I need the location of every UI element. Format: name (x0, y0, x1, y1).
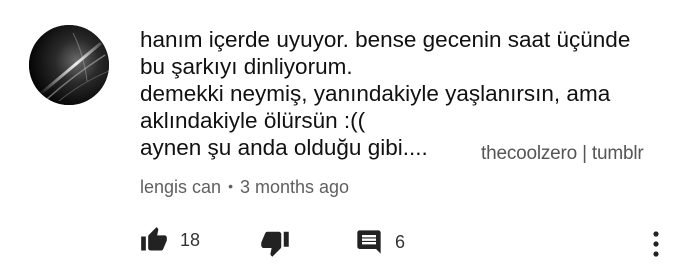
dislike-button[interactable] (260, 228, 290, 258)
meta-separator: • (228, 178, 233, 194)
more-vertical-icon (653, 231, 659, 257)
reply-count: 6 (395, 231, 406, 252)
avatar[interactable] (29, 25, 109, 105)
comment-actions: 18 6 (0, 226, 690, 262)
avatar-image (29, 25, 109, 105)
comment-line: hanım içerde uyuyor. bense gecenin saat … (140, 27, 631, 52)
like-count: 18 (180, 229, 201, 250)
comment-meta: lengis can • 3 months ago (140, 175, 349, 200)
like-button[interactable]: 18 (140, 226, 200, 254)
more-options-button[interactable] (646, 230, 666, 258)
thumb-down-icon (261, 231, 289, 257)
comment-icon (357, 230, 381, 254)
watermark: thecoolzero | tumblr (481, 143, 644, 164)
comment-line: demekki neymiş, yanındakiyle yaşlanırsın… (140, 81, 611, 106)
author-name[interactable]: lengis can (140, 177, 221, 197)
reply-button[interactable]: 6 (355, 228, 405, 256)
thumb-up-icon (141, 227, 167, 251)
comment-time[interactable]: 3 months ago (240, 177, 349, 197)
comment-text: hanım içerde uyuyor. bense gecenin saat … (140, 26, 660, 161)
comment-line: aklındakiyle ölürsün :(( (140, 108, 366, 133)
comment-line: bu şarkıyı dinliyorum. (140, 54, 353, 79)
